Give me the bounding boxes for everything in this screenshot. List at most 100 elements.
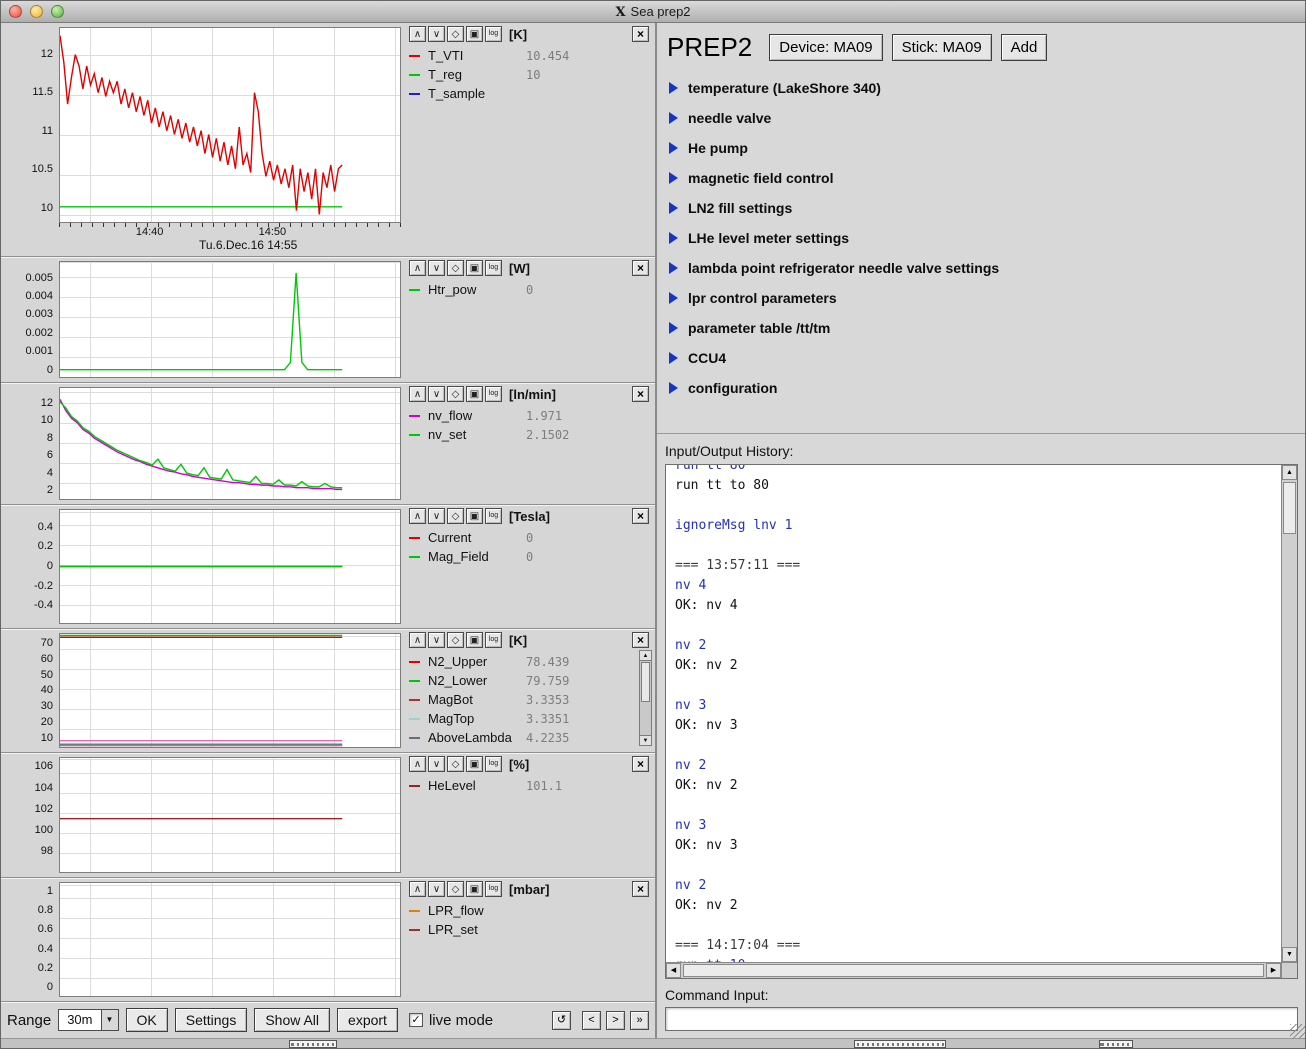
scroll-up-button[interactable]: ∧ [409, 881, 426, 897]
section-item[interactable]: configuration [669, 373, 1305, 403]
command-input[interactable] [665, 1007, 1298, 1031]
scroll-up-button[interactable]: ∧ [409, 26, 426, 42]
legend-scrollbar[interactable]: ▲ ▼ [639, 650, 652, 746]
section-item[interactable]: magnetic field control [669, 163, 1305, 193]
expand-triangle-icon[interactable] [669, 262, 678, 274]
expand-triangle-icon[interactable] [669, 322, 678, 334]
expand-triangle-icon[interactable] [669, 82, 678, 94]
log-scale-button[interactable]: log [485, 260, 502, 276]
pan-window-button[interactable]: ▣ [466, 26, 483, 42]
ok-button[interactable]: OK [126, 1008, 168, 1032]
section-item[interactable]: lpr control parameters [669, 283, 1305, 313]
jump-to-end-button[interactable]: » [630, 1011, 649, 1030]
section-item[interactable]: LHe level meter settings [669, 223, 1305, 253]
section-item[interactable]: parameter table /tt/tm [669, 313, 1305, 343]
expand-triangle-icon[interactable] [669, 172, 678, 184]
chart-area[interactable] [59, 509, 401, 624]
zoom-button[interactable]: ◇ [447, 26, 464, 42]
scroll-up-button[interactable]: ∧ [409, 260, 426, 276]
scroll-up-arrow-icon[interactable]: ▲ [1282, 465, 1297, 480]
chart-area[interactable] [59, 261, 401, 378]
scroll-up-button[interactable]: ∧ [409, 508, 426, 524]
scroll-down-arrow-icon[interactable]: ▼ [1282, 947, 1297, 962]
pan-window-button[interactable]: ▣ [466, 508, 483, 524]
scroll-up-arrow-icon[interactable]: ▲ [639, 650, 652, 661]
section-item[interactable]: LN2 fill settings [669, 193, 1305, 223]
io-history[interactable]: run tt 80run tt to 80 ignoreMsg lnv 1 ==… [665, 464, 1298, 979]
expand-triangle-icon[interactable] [669, 232, 678, 244]
chart-area[interactable] [59, 27, 401, 223]
scroll-left-arrow-icon[interactable]: ◀ [666, 963, 681, 978]
close-plot-button[interactable]: × [632, 632, 649, 648]
scroll-right-arrow-icon[interactable]: ▶ [1266, 963, 1281, 978]
show-all-button[interactable]: Show All [254, 1008, 330, 1032]
section-item[interactable]: lambda point refrigerator needle valve s… [669, 253, 1305, 283]
export-button[interactable]: export [337, 1008, 398, 1032]
history-text[interactable]: run tt 80run tt to 80 ignoreMsg lnv 1 ==… [666, 465, 1281, 962]
scrollbar-thumb[interactable] [1283, 482, 1296, 534]
expand-triangle-icon[interactable] [669, 382, 678, 394]
chart-area[interactable] [59, 633, 401, 748]
stick-select-button[interactable]: Stick: MA09 [892, 34, 992, 61]
titlebar[interactable]: XSea prep2 [1, 1, 1305, 23]
scroll-down-button[interactable]: ∨ [428, 26, 445, 42]
close-plot-button[interactable]: × [632, 881, 649, 897]
history-vertical-scrollbar[interactable]: ▲ ▼ [1281, 465, 1297, 962]
settings-button[interactable]: Settings [175, 1008, 248, 1032]
scroll-up-button[interactable]: ∧ [409, 756, 426, 772]
log-scale-button[interactable]: log [485, 26, 502, 42]
close-plot-button[interactable]: × [632, 756, 649, 772]
replay-button[interactable]: ↺ [552, 1011, 571, 1030]
log-scale-button[interactable]: log [485, 386, 502, 402]
close-plot-button[interactable]: × [632, 508, 649, 524]
expand-triangle-icon[interactable] [669, 202, 678, 214]
section-item[interactable]: needle valve [669, 103, 1305, 133]
expand-triangle-icon[interactable] [669, 142, 678, 154]
add-button[interactable]: Add [1001, 34, 1048, 61]
pan-window-button[interactable]: ▣ [466, 260, 483, 276]
log-scale-button[interactable]: log [485, 508, 502, 524]
section-item[interactable]: CCU4 [669, 343, 1305, 373]
resize-grip[interactable] [1290, 1024, 1305, 1039]
expand-triangle-icon[interactable] [669, 292, 678, 304]
close-plot-button[interactable]: × [632, 26, 649, 42]
zoom-button[interactable]: ◇ [447, 881, 464, 897]
zoom-button[interactable]: ◇ [447, 260, 464, 276]
scrollbar-thumb[interactable] [641, 662, 650, 702]
device-select-button[interactable]: Device: MA09 [769, 34, 882, 61]
log-scale-button[interactable]: log [485, 756, 502, 772]
scroll-down-button[interactable]: ∨ [428, 508, 445, 524]
pan-window-button[interactable]: ▣ [466, 881, 483, 897]
scroll-up-button[interactable]: ∧ [409, 632, 426, 648]
close-plot-button[interactable]: × [632, 386, 649, 402]
expand-triangle-icon[interactable] [669, 112, 678, 124]
pan-window-button[interactable]: ▣ [466, 632, 483, 648]
range-dropdown[interactable]: 30m ▼ [58, 1009, 118, 1031]
zoom-button[interactable]: ◇ [447, 756, 464, 772]
pan-window-button[interactable]: ▣ [466, 386, 483, 402]
step-forward-button[interactable]: > [606, 1011, 625, 1030]
history-horizontal-scrollbar[interactable]: ◀ ▶ [666, 962, 1281, 978]
scroll-down-button[interactable]: ∨ [428, 756, 445, 772]
dropdown-arrow-icon[interactable]: ▼ [101, 1010, 118, 1030]
expand-triangle-icon[interactable] [669, 352, 678, 364]
zoom-button[interactable]: ◇ [447, 508, 464, 524]
scroll-down-button[interactable]: ∨ [428, 386, 445, 402]
scroll-down-button[interactable]: ∨ [428, 881, 445, 897]
scroll-down-arrow-icon[interactable]: ▼ [639, 735, 652, 746]
chart-area[interactable] [59, 882, 401, 997]
zoom-button[interactable]: ◇ [447, 386, 464, 402]
pan-window-button[interactable]: ▣ [466, 756, 483, 772]
chart-area[interactable] [59, 387, 401, 500]
scroll-up-button[interactable]: ∧ [409, 386, 426, 402]
section-item[interactable]: temperature (LakeShore 340) [669, 73, 1305, 103]
log-scale-button[interactable]: log [485, 632, 502, 648]
close-plot-button[interactable]: × [632, 260, 649, 276]
scrollbar-thumb[interactable] [683, 964, 1264, 977]
live-mode-checkbox[interactable]: ✓ [409, 1013, 423, 1027]
chart-area[interactable] [59, 757, 401, 873]
scroll-down-button[interactable]: ∨ [428, 260, 445, 276]
step-back-button[interactable]: < [582, 1011, 601, 1030]
section-item[interactable]: He pump [669, 133, 1305, 163]
log-scale-button[interactable]: log [485, 881, 502, 897]
